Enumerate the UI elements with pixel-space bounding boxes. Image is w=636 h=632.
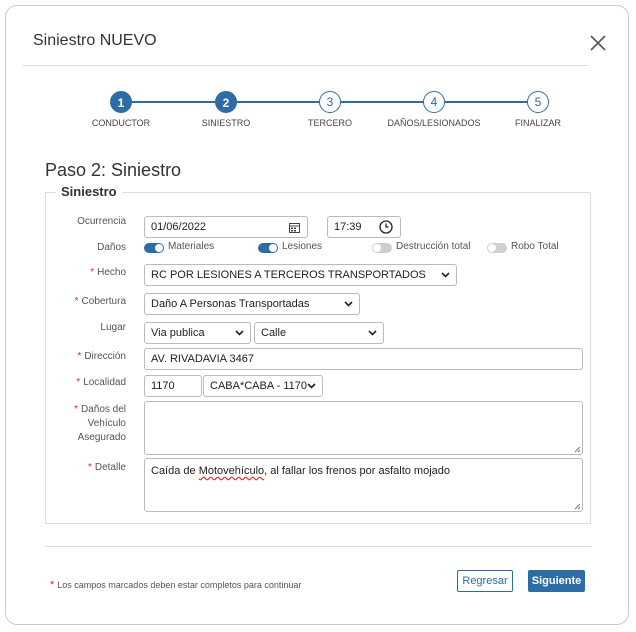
- detalle-value: Caída de Motovehículo, al fallar los fre…: [151, 465, 451, 477]
- date-value: 01/06/2022: [151, 221, 207, 233]
- cobertura-value: Daño A Personas Transportadas: [151, 298, 310, 310]
- step-connector: [445, 101, 536, 103]
- required-mark: *: [90, 267, 95, 278]
- resize-grip-icon[interactable]: [573, 445, 581, 453]
- section-legend: Siniestro: [56, 184, 122, 199]
- chevron-down-icon: [441, 272, 450, 278]
- cobertura-select[interactable]: Daño A Personas Transportadas: [144, 293, 360, 315]
- lugar-via-value: Calle: [261, 327, 287, 339]
- dialog: Siniestro NUEVO 1 2 3 4 5 CONDUCTOR SINI…: [5, 5, 629, 625]
- step-1-circle[interactable]: 1: [110, 91, 132, 113]
- danos-label: Daños: [97, 242, 126, 253]
- step-connector: [132, 101, 223, 103]
- dialog-title: Siniestro NUEVO: [33, 32, 157, 49]
- footer-divider: [45, 546, 591, 547]
- chevron-down-icon: [235, 330, 244, 336]
- codigo-postal-value: 1170: [151, 380, 175, 392]
- detalle-label: * Detalle: [87, 462, 126, 473]
- required-mark: *: [74, 296, 79, 307]
- chevron-down-icon: [307, 383, 316, 389]
- back-button[interactable]: Regresar: [457, 570, 513, 592]
- hecho-label: * Hecho: [90, 267, 126, 278]
- direccion-input[interactable]: AV. RIVADAVIA 3467: [144, 348, 583, 370]
- step-3-circle[interactable]: 3: [319, 91, 341, 113]
- step-2-label: SINIESTRO: [201, 118, 251, 128]
- chevron-down-icon: [344, 301, 353, 307]
- cobertura-label: * Cobertura: [74, 296, 126, 307]
- next-button[interactable]: Siguiente: [528, 570, 585, 592]
- localidad-value: CABA*CABA - 1170: [210, 380, 308, 392]
- hecho-select[interactable]: RC POR LESIONES A TERCEROS TRANSPORTADOS: [144, 264, 457, 286]
- step-4-label: DAÑOS/LESIONADOS: [387, 118, 481, 128]
- direccion-value: AV. RIVADAVIA 3467: [151, 353, 254, 365]
- step-5-label: FINALIZAR: [514, 118, 562, 128]
- hecho-value: RC POR LESIONES A TERCEROS TRANSPORTADOS: [151, 269, 426, 281]
- step-1-label: CONDUCTOR: [91, 118, 151, 128]
- toggle-robo-total[interactable]: [487, 243, 507, 253]
- toggle-materiales[interactable]: [144, 243, 164, 253]
- lugar-via-select[interactable]: Calle: [254, 322, 384, 344]
- page-title: Paso 2: Siniestro: [45, 160, 182, 180]
- step-2-circle[interactable]: 2: [215, 91, 237, 113]
- required-mark: *: [76, 377, 81, 388]
- required-note: * Los campos marcados deben estar complet…: [50, 579, 302, 591]
- detalle-textarea[interactable]: Caída de Motovehículo, al fallar los fre…: [144, 458, 583, 512]
- required-mark: *: [77, 351, 82, 362]
- calendar-icon[interactable]: [289, 222, 300, 233]
- direccion-label: * Dirección: [77, 351, 126, 362]
- required-mark: *: [87, 462, 92, 473]
- danos-vehiculo-label: * Daños del Vehículo Asegurado: [74, 404, 126, 443]
- chevron-down-icon: [368, 330, 377, 336]
- step-4-circle[interactable]: 4: [423, 91, 445, 113]
- codigo-postal-input[interactable]: 1170: [144, 375, 202, 397]
- ocurrencia-label: Ocurrencia: [77, 216, 126, 227]
- close-icon[interactable]: [586, 31, 610, 55]
- step-connector: [341, 101, 431, 103]
- header-divider: [23, 65, 589, 66]
- step-connector: [237, 101, 327, 103]
- step-3-label: TERCERO: [307, 118, 353, 128]
- toggle-lesiones[interactable]: [258, 243, 278, 253]
- time-input[interactable]: 17:39: [327, 216, 401, 238]
- robo-total-label: Robo Total: [511, 241, 559, 252]
- date-input[interactable]: 01/06/2022: [144, 216, 308, 238]
- step-5-circle[interactable]: 5: [527, 91, 549, 113]
- required-mark: *: [74, 404, 78, 415]
- lesiones-label: Lesiones: [282, 241, 323, 252]
- required-mark: *: [50, 579, 55, 591]
- materiales-label: Materiales: [168, 241, 215, 252]
- destruccion-total-label: Destrucción total: [396, 241, 471, 252]
- lugar-label: Lugar: [100, 322, 126, 333]
- localidad-select[interactable]: CABA*CABA - 1170: [203, 375, 323, 397]
- resize-grip-icon[interactable]: [573, 502, 581, 510]
- lugar-tipo-select[interactable]: Via publica: [144, 322, 251, 344]
- time-value: 17:39: [334, 221, 362, 233]
- toggle-destruccion-total[interactable]: [372, 243, 392, 253]
- localidad-label: * Localidad: [76, 377, 126, 388]
- danos-vehiculo-textarea[interactable]: [144, 401, 583, 455]
- lugar-tipo-value: Via publica: [151, 327, 205, 339]
- clock-icon[interactable]: [379, 220, 393, 234]
